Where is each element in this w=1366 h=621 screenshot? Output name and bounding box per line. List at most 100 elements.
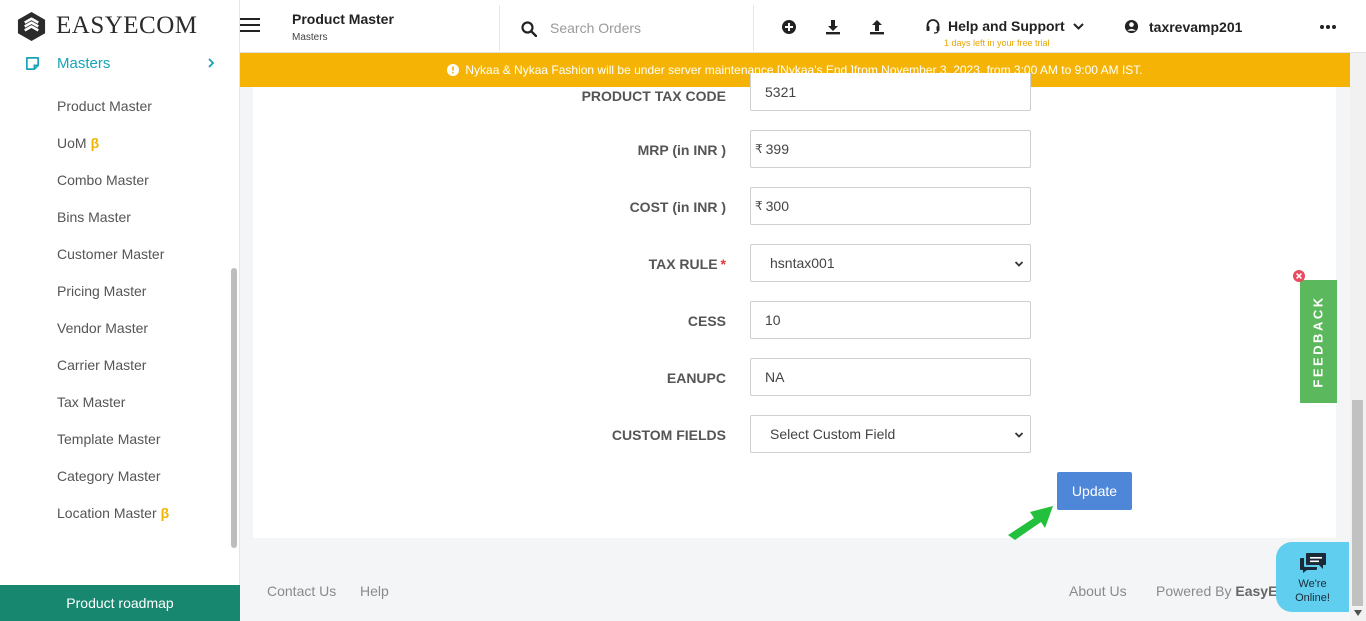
sidebar-item-label: Tax Master bbox=[57, 394, 126, 410]
chevron-down-icon[interactable] bbox=[1072, 20, 1085, 33]
about-us-link[interactable]: About Us bbox=[1069, 583, 1127, 599]
field-label: COST (in INR ) bbox=[629, 199, 726, 215]
hamburger-menu-icon[interactable] bbox=[240, 17, 260, 33]
easyecom-logo-icon bbox=[17, 11, 46, 41]
sidebar-item-label: Carrier Master bbox=[57, 357, 147, 373]
close-icon[interactable] bbox=[1293, 270, 1305, 282]
product-tax-code-input[interactable]: 5321 bbox=[750, 73, 1031, 111]
field-value: hsntax001 bbox=[770, 255, 835, 271]
scroll-down-arrow-icon[interactable] bbox=[1353, 609, 1363, 617]
mrp-input[interactable]: ₹399 bbox=[750, 130, 1031, 168]
logo-text: EASYECOM bbox=[56, 12, 198, 39]
product-roadmap-label: Product roadmap bbox=[66, 595, 174, 611]
form-row-eanupc: EANUPC NA bbox=[253, 358, 1336, 396]
powered-brand: EasyEcom bbox=[1235, 583, 1276, 599]
sidebar-item-carrier-master[interactable]: Carrier Master bbox=[57, 357, 146, 373]
divider bbox=[753, 5, 754, 51]
sidebar-item-vendor-master[interactable]: Vendor Master bbox=[57, 320, 148, 336]
sidebar-item-template-master[interactable]: Template Master bbox=[57, 431, 160, 447]
chat-line: Online! bbox=[1295, 592, 1330, 604]
field-value: 300 bbox=[765, 198, 789, 214]
sidebar-item-bins-master[interactable]: Bins Master bbox=[57, 209, 131, 225]
chevron-down-icon bbox=[1014, 432, 1024, 438]
download-icon[interactable] bbox=[825, 19, 841, 35]
product-form-card: PRODUCT TAX CODE 5321 MRP (in INR ) ₹399… bbox=[253, 73, 1336, 538]
field-value: 5321 bbox=[765, 83, 797, 100]
feedback-tab[interactable]: FEEDBACK bbox=[1300, 280, 1337, 403]
update-button[interactable]: Update bbox=[1057, 472, 1132, 510]
sidebar-item-label: Location Master bbox=[57, 505, 157, 521]
sidebar-item-product-master[interactable]: Product Master bbox=[57, 98, 152, 114]
field-value: NA bbox=[765, 369, 785, 385]
sidebar-section-label: Masters bbox=[57, 55, 111, 72]
chat-widget[interactable]: We're Online! bbox=[1276, 542, 1349, 612]
chat-bubble-icon bbox=[1300, 553, 1326, 573]
eanupc-input[interactable]: NA bbox=[750, 358, 1031, 396]
sidebar-item-label: Combo Master bbox=[57, 172, 149, 188]
field-value: Select Custom Field bbox=[770, 426, 896, 442]
chevron-right-icon bbox=[208, 58, 215, 68]
app-logo[interactable]: EASYECOM bbox=[16, 10, 198, 42]
sidebar-item-tax-master[interactable]: Tax Master bbox=[57, 394, 125, 410]
rupee-symbol: ₹ bbox=[755, 142, 763, 156]
product-roadmap-button[interactable]: Product roadmap bbox=[0, 585, 240, 621]
sidebar-item-customer-master[interactable]: Customer Master bbox=[57, 246, 164, 262]
cess-input[interactable]: 10 bbox=[750, 301, 1031, 339]
sidebar-item-label: Template Master bbox=[57, 431, 161, 447]
beta-badge: β bbox=[160, 505, 170, 521]
field-label: CUSTOM FIELDS bbox=[611, 427, 726, 443]
chat-line: We're bbox=[1298, 578, 1327, 590]
sidebar-item-location-master[interactable]: Location Master β bbox=[57, 505, 169, 521]
top-bar: Product Master Masters Help and Support … bbox=[240, 0, 1366, 53]
upload-icon[interactable] bbox=[869, 19, 885, 35]
page-scrollbar-thumb[interactable] bbox=[1352, 400, 1363, 606]
sidebar-section-masters[interactable]: Masters bbox=[0, 53, 240, 75]
chevron-down-icon bbox=[1014, 261, 1024, 267]
sidebar-item-combo-master[interactable]: Combo Master bbox=[57, 172, 149, 188]
note-icon bbox=[26, 57, 39, 70]
chat-status: We're Online! bbox=[1276, 577, 1349, 605]
field-label: PRODUCT TAX CODE bbox=[581, 88, 726, 104]
headset-icon bbox=[926, 19, 940, 34]
search-input[interactable] bbox=[548, 16, 738, 40]
sidebar-item-pricing-master[interactable]: Pricing Master bbox=[57, 283, 146, 299]
form-row-tax-rule: TAX RULE * hsntax001 bbox=[253, 244, 1336, 282]
sidebar-item-category-master[interactable]: Category Master bbox=[57, 468, 160, 484]
trial-notice: 1 days left in your free trial bbox=[944, 38, 1050, 48]
add-circle-icon[interactable] bbox=[781, 19, 797, 35]
feedback-label: FEEDBACK bbox=[1311, 295, 1327, 388]
user-menu[interactable]: taxrevamp201 bbox=[1149, 19, 1242, 35]
contact-us-link[interactable]: Contact Us bbox=[267, 583, 336, 599]
sidebar-item-label: Product Master bbox=[57, 98, 152, 114]
divider bbox=[499, 5, 500, 51]
field-value: 10 bbox=[765, 312, 781, 328]
sidebar-item-label: Vendor Master bbox=[57, 320, 149, 336]
search-icon bbox=[521, 21, 537, 37]
breadcrumb[interactable]: Masters bbox=[292, 32, 328, 43]
beta-badge: β bbox=[90, 135, 100, 151]
cost-input[interactable]: ₹300 bbox=[750, 187, 1031, 225]
user-avatar-icon[interactable] bbox=[1124, 19, 1139, 34]
sidebar-item-label: Customer Master bbox=[57, 246, 165, 262]
form-row-custom-fields: CUSTOM FIELDS Select Custom Field bbox=[253, 415, 1336, 453]
tax-rule-select[interactable]: hsntax001 bbox=[750, 244, 1031, 282]
more-options-icon[interactable] bbox=[1320, 24, 1336, 30]
custom-fields-select[interactable]: Select Custom Field bbox=[750, 415, 1031, 453]
field-label: CESS bbox=[687, 313, 726, 329]
sidebar-item-uom[interactable]: UoM β bbox=[57, 135, 99, 151]
powered-prefix: Powered By bbox=[1156, 583, 1232, 599]
sidebar-scrollbar[interactable] bbox=[231, 268, 237, 548]
sidebar-item-label: UoM bbox=[57, 135, 87, 151]
help-and-support-menu[interactable]: Help and Support bbox=[948, 18, 1065, 34]
form-row-cost: COST (in INR ) ₹300 bbox=[253, 187, 1336, 225]
form-row-cess: CESS 10 bbox=[253, 301, 1336, 339]
rupee-symbol: ₹ bbox=[755, 199, 763, 213]
field-value: 399 bbox=[765, 141, 789, 157]
sidebar-item-label: Category Master bbox=[57, 468, 161, 484]
form-row-product-tax-code: PRODUCT TAX CODE 5321 bbox=[253, 73, 1336, 111]
powered-by-text: Powered By EasyEcom bbox=[1156, 583, 1276, 599]
form-row-mrp: MRP (in INR ) ₹399 bbox=[253, 130, 1336, 168]
pointer-arrow-icon bbox=[1008, 506, 1053, 540]
help-link[interactable]: Help bbox=[360, 583, 389, 599]
sidebar: EASYECOM Masters Product Master UoM β Com… bbox=[0, 0, 240, 621]
